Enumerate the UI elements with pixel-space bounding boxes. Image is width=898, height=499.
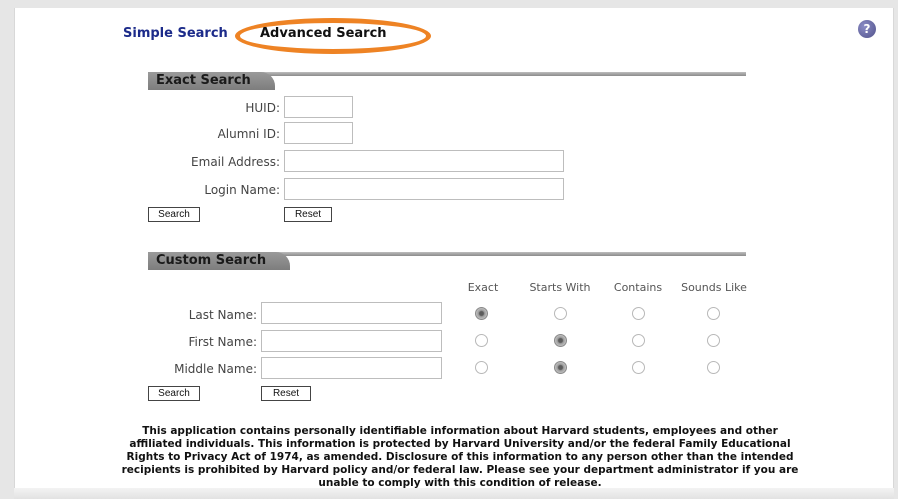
huid-input[interactable] bbox=[284, 96, 353, 118]
last-name-input[interactable] bbox=[261, 302, 442, 324]
middle-name-exact-radio[interactable] bbox=[475, 361, 488, 374]
middle-name-label: Middle Name: bbox=[174, 362, 257, 376]
exact-search-button[interactable]: Search bbox=[148, 207, 200, 222]
login-name-input[interactable] bbox=[284, 178, 564, 200]
custom-search-button[interactable]: Search bbox=[148, 386, 200, 401]
tab-advanced-search[interactable]: Advanced Search bbox=[260, 26, 387, 41]
first-name-starts-with-radio[interactable] bbox=[554, 334, 567, 347]
first-name-sounds-like-radio[interactable] bbox=[707, 334, 720, 347]
middle-name-sounds-like-radio[interactable] bbox=[707, 361, 720, 374]
exact-search-title: Exact Search bbox=[148, 72, 275, 90]
custom-reset-button[interactable]: Reset bbox=[261, 386, 311, 401]
first-name-input[interactable] bbox=[261, 330, 442, 352]
huid-label: HUID: bbox=[245, 101, 280, 115]
email-address-input[interactable] bbox=[284, 150, 564, 172]
last-name-sounds-like-radio[interactable] bbox=[707, 307, 720, 320]
first-name-exact-radio[interactable] bbox=[475, 334, 488, 347]
middle-name-starts-with-radio[interactable] bbox=[554, 361, 567, 374]
middle-name-contains-radio[interactable] bbox=[632, 361, 645, 374]
custom-search-title: Custom Search bbox=[148, 252, 291, 270]
tab-simple-search[interactable]: Simple Search bbox=[123, 26, 228, 41]
last-name-contains-radio[interactable] bbox=[632, 307, 645, 320]
middle-name-input[interactable] bbox=[261, 357, 442, 379]
last-name-label: Last Name: bbox=[188, 308, 257, 322]
privacy-disclaimer: This application contains personally ide… bbox=[121, 425, 799, 489]
column-header-exact: Exact bbox=[467, 281, 499, 294]
alumni-id-label: Alumni ID: bbox=[217, 127, 280, 141]
column-header-starts-with: Starts With bbox=[529, 281, 591, 294]
email-address-label: Email Address: bbox=[191, 155, 280, 169]
page: Simple Search Advanced Search ? Exact Se… bbox=[0, 0, 898, 499]
column-header-contains: Contains bbox=[613, 281, 663, 294]
exact-search-header: Exact Search bbox=[148, 72, 746, 90]
custom-search-header: Custom Search bbox=[148, 252, 746, 270]
first-name-contains-radio[interactable] bbox=[632, 334, 645, 347]
first-name-label: First Name: bbox=[188, 335, 257, 349]
column-header-sounds-like: Sounds Like bbox=[681, 281, 747, 294]
last-name-exact-radio[interactable] bbox=[475, 307, 488, 320]
help-icon[interactable]: ? bbox=[858, 20, 876, 38]
exact-reset-button[interactable]: Reset bbox=[284, 207, 332, 222]
login-name-label: Login Name: bbox=[204, 183, 280, 197]
last-name-starts-with-radio[interactable] bbox=[554, 307, 567, 320]
alumni-id-input[interactable] bbox=[284, 122, 353, 144]
